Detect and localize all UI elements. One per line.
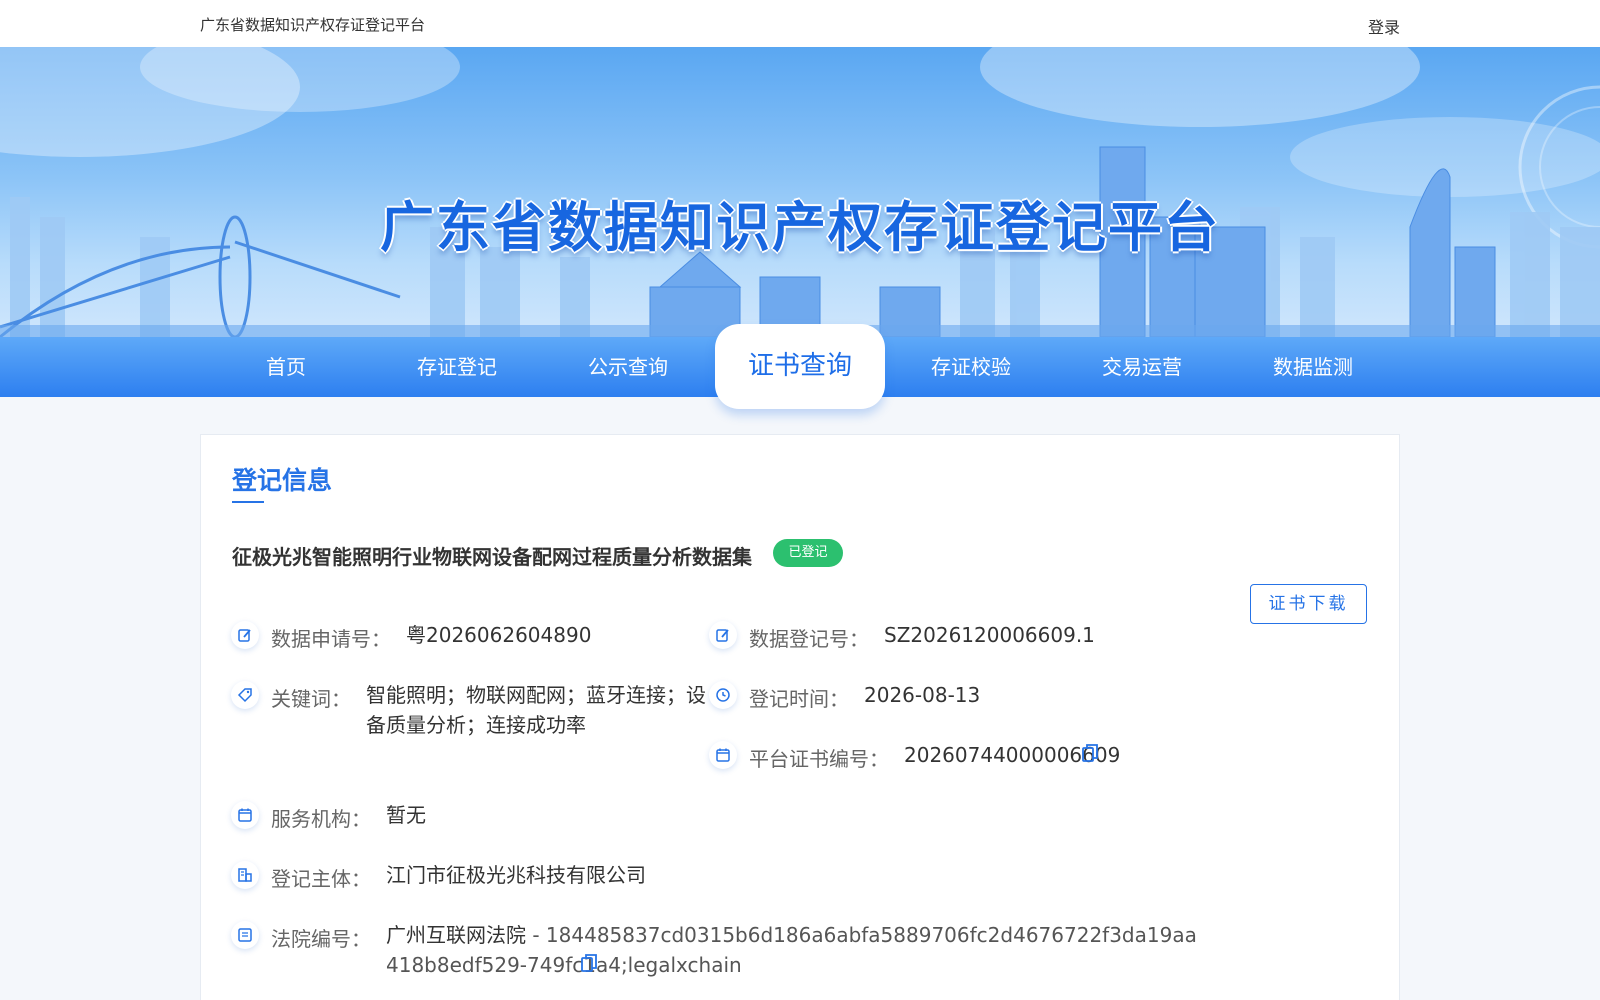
clock-icon	[709, 681, 737, 709]
copy-icon[interactable]	[1082, 743, 1098, 763]
registration-time-value: 2026-08-13	[864, 683, 981, 707]
nav-item-trading[interactable]: 交易运营	[1092, 337, 1192, 397]
application-no-value: 粤2026062604890	[406, 623, 592, 647]
nav-item-certificate-query[interactable]: 证书查询	[715, 324, 885, 409]
keywords-value: 智能照明；物联网配网；蓝牙连接；设备质量分析；连接成功率	[366, 683, 706, 737]
document-icon	[231, 921, 259, 949]
registration-no-label: 数据登记号：	[749, 627, 869, 651]
title-underline	[232, 501, 264, 503]
application-no-label: 数据申请号：	[271, 627, 391, 651]
registration-info-card: 登记信息 征极光兆智能照明行业物联网设备配网过程质量分析数据集 已登记 证书下载…	[200, 434, 1400, 1000]
section-title: 登记信息	[232, 466, 333, 495]
registration-time-label: 登记时间：	[749, 687, 849, 711]
nav-item-home[interactable]: 首页	[236, 337, 336, 397]
nav-item-public-query[interactable]: 公示查询	[578, 337, 678, 397]
calendar-icon	[231, 801, 259, 829]
nav-item-monitoring[interactable]: 数据监测	[1263, 337, 1363, 397]
registrant-label: 登记主体：	[271, 867, 371, 891]
nav-item-verification[interactable]: 存证校验	[921, 337, 1021, 397]
court-name: 广州互联网法院	[386, 923, 526, 947]
service-org-label: 服务机构：	[271, 807, 371, 831]
tag-icon	[231, 681, 259, 709]
service-org-value: 暂无	[386, 803, 426, 827]
top-bar: 广东省数据知识产权存证登记平台 登录	[0, 0, 1600, 47]
keywords-label: 关键词：	[271, 687, 351, 711]
hero-banner: 广东省数据知识产权存证登记平台	[0, 47, 1600, 337]
calendar-icon	[709, 741, 737, 769]
court-no-value: 广州互联网法院 - 184485837cd0315b6d186a6abfa588…	[386, 920, 1206, 980]
edit-icon	[231, 621, 259, 649]
main-nav: 首页 存证登记 公示查询 证书查询 存证校验 交易运营 数据监测	[0, 324, 1600, 409]
copy-icon[interactable]	[581, 953, 597, 973]
registrant-value: 江门市征极光兆科技有限公司	[386, 863, 646, 887]
login-link[interactable]: 登录	[1368, 14, 1400, 38]
site-name: 广东省数据知识产权存证登记平台	[200, 16, 426, 34]
dataset-name: 征极光兆智能照明行业物联网设备配网过程质量分析数据集	[232, 545, 752, 569]
certificate-download-button[interactable]: 证书下载	[1250, 584, 1367, 624]
registration-no-value: SZ2026120006609.1	[884, 623, 1095, 647]
platform-cert-no-label: 平台证书编号：	[749, 747, 889, 771]
building-icon	[231, 861, 259, 889]
banner-title: 广东省数据知识产权存证登记平台	[380, 196, 1220, 259]
edit-icon	[709, 621, 737, 649]
court-no-label: 法院编号：	[271, 927, 371, 951]
status-badge: 已登记	[773, 539, 843, 567]
nav-item-registration[interactable]: 存证登记	[407, 337, 507, 397]
